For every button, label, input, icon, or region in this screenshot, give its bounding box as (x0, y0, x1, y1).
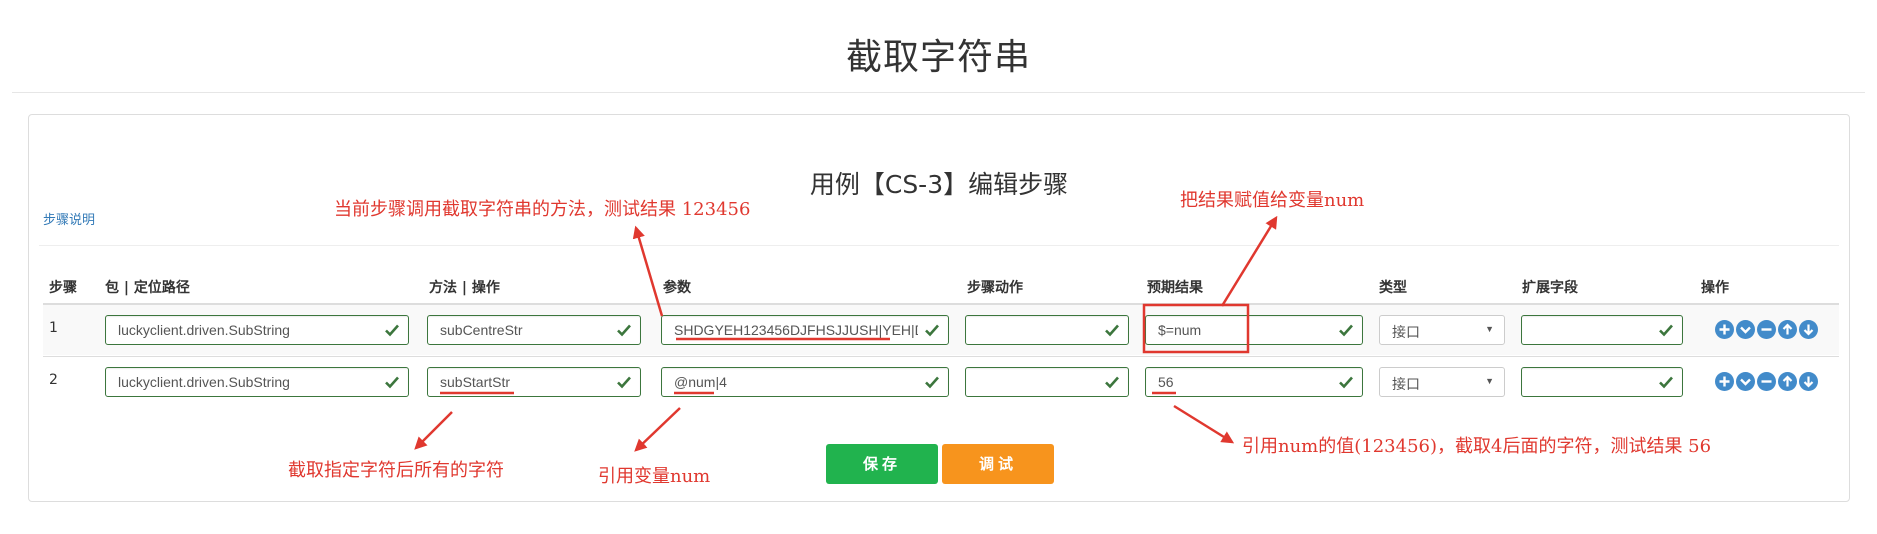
check-icon (1338, 322, 1354, 338)
arrow-down-circle-icon[interactable] (1799, 372, 1818, 391)
package-field[interactable] (105, 367, 409, 397)
type-select-value: 接口 (1392, 324, 1420, 340)
check-icon (616, 374, 632, 390)
col-header-method: 方法 | 操作 (429, 280, 500, 296)
minus-circle-icon[interactable] (1757, 372, 1776, 391)
params-input[interactable] (662, 368, 948, 396)
type-select[interactable]: 接口 ▼ (1379, 367, 1505, 397)
annotation-reference-var: 引用变量num (598, 466, 711, 487)
params-field[interactable] (661, 367, 949, 397)
check-icon (1658, 322, 1674, 338)
title-divider (12, 92, 1865, 93)
package-input[interactable] (106, 316, 408, 344)
check-icon (616, 322, 632, 338)
expected-input[interactable] (1146, 368, 1362, 396)
caret-down-icon: ▼ (1485, 376, 1494, 386)
package-field[interactable] (105, 315, 409, 345)
check-icon (1104, 374, 1120, 390)
check-icon (1658, 374, 1674, 390)
col-header-ops: 操作 (1701, 280, 1729, 296)
type-select[interactable]: 接口 ▼ (1379, 315, 1505, 345)
action-field[interactable] (965, 315, 1129, 345)
params-input[interactable] (662, 316, 948, 344)
annotation-result-56: 引用num的值(123456)，截取4后面的字符，测试结果 56 (1242, 436, 1712, 457)
chevron-down-circle-icon[interactable] (1736, 372, 1755, 391)
step-number: 2 (49, 372, 58, 388)
col-header-package: 包 | 定位路径 (105, 280, 190, 296)
col-header-step: 步骤 (49, 280, 77, 296)
ext-field[interactable] (1521, 315, 1683, 345)
table-row: 2 接口 ▼ (43, 356, 1839, 407)
annotation-method-call: 当前步骤调用截取字符串的方法，测试结果 123456 (334, 199, 751, 220)
panel-heading: 用例【CS-3】编辑步骤 (809, 170, 1069, 199)
col-header-ext: 扩展字段 (1522, 280, 1578, 296)
minus-circle-icon[interactable] (1757, 320, 1776, 339)
arrow-down-circle-icon[interactable] (1799, 320, 1818, 339)
expected-field[interactable] (1145, 367, 1363, 397)
type-select-value: 接口 (1392, 376, 1420, 392)
annotation-assign-variable: 把结果赋值给变量num (1180, 190, 1365, 211)
method-input[interactable] (428, 368, 640, 396)
row-ops (1715, 320, 1820, 340)
col-header-expected: 预期结果 (1147, 280, 1203, 296)
method-input[interactable] (428, 316, 640, 344)
save-button[interactable]: 保存 (826, 444, 938, 484)
package-input[interactable] (106, 368, 408, 396)
plus-circle-icon[interactable] (1715, 372, 1734, 391)
arrow-up-circle-icon[interactable] (1778, 320, 1797, 339)
method-field[interactable] (427, 315, 641, 345)
check-icon (924, 374, 940, 390)
expected-field[interactable] (1145, 315, 1363, 345)
params-field[interactable] (661, 315, 949, 345)
debug-button[interactable]: 调试 (942, 444, 1054, 484)
check-icon (1338, 374, 1354, 390)
check-icon (384, 374, 400, 390)
check-icon (1104, 322, 1120, 338)
plus-circle-icon[interactable] (1715, 320, 1734, 339)
action-field[interactable] (965, 367, 1129, 397)
caret-down-icon: ▼ (1485, 324, 1494, 334)
col-header-params: 参数 (663, 280, 691, 296)
row-ops (1715, 372, 1820, 392)
page-title: 截取字符串 (845, 37, 1031, 78)
step-number: 1 (49, 320, 58, 336)
step-help-link[interactable]: 步骤说明 (43, 209, 95, 228)
annotation-substart: 截取指定字符后所有的字符 (288, 460, 504, 481)
arrow-up-circle-icon[interactable] (1778, 372, 1797, 391)
check-icon (924, 322, 940, 338)
panel-divider (39, 245, 1839, 246)
col-header-type: 类型 (1379, 280, 1407, 296)
table-row: 1 接口 ▼ (43, 305, 1839, 355)
chevron-down-circle-icon[interactable] (1736, 320, 1755, 339)
ext-field[interactable] (1521, 367, 1683, 397)
method-field[interactable] (427, 367, 641, 397)
check-icon (384, 322, 400, 338)
col-header-action: 步骤动作 (967, 280, 1023, 296)
expected-input[interactable] (1146, 316, 1362, 344)
